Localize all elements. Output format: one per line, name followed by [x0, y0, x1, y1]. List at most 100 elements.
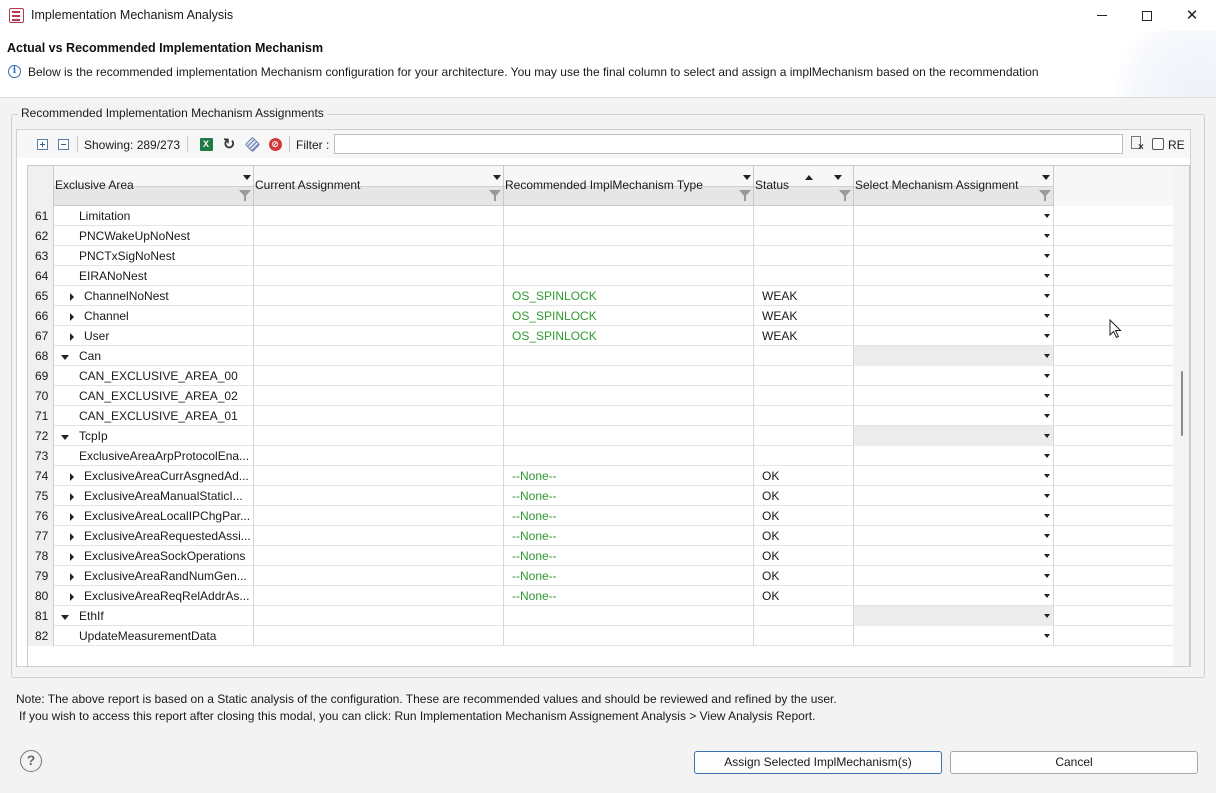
chevron-right-icon[interactable]: [70, 313, 74, 321]
chevron-down-icon[interactable]: [61, 615, 69, 620]
table-row[interactable]: 66 Channel OS_SPINLOCK WEAK: [28, 306, 1173, 326]
filter-icon[interactable]: [239, 190, 251, 202]
vertical-scrollbar[interactable]: [1173, 166, 1189, 666]
close-button[interactable]: ✕: [1169, 0, 1215, 31]
mechanism-select[interactable]: [854, 466, 1054, 486]
dropdown-arrow-icon[interactable]: [1044, 314, 1050, 318]
dropdown-arrow-icon[interactable]: [1044, 534, 1050, 538]
table-row[interactable]: 72 TcpIp: [28, 426, 1173, 446]
dropdown-arrow-icon[interactable]: [1044, 474, 1050, 478]
mechanism-select[interactable]: [854, 266, 1054, 286]
dropdown-arrow-icon[interactable]: [1044, 594, 1050, 598]
chevron-right-icon[interactable]: [70, 473, 74, 481]
table-row[interactable]: 82 UpdateMeasurementData: [28, 626, 1173, 646]
mechanism-select[interactable]: [854, 366, 1054, 386]
dropdown-arrow-icon[interactable]: [1044, 494, 1050, 498]
mechanism-select[interactable]: [854, 226, 1054, 246]
table-row[interactable]: 76 ExclusiveAreaLocalIPChgPar... --None-- O…: [28, 506, 1173, 526]
mechanism-select[interactable]: [854, 526, 1054, 546]
chevron-down-icon[interactable]: [243, 175, 251, 180]
column-header-current-assignment[interactable]: Current Assignment: [254, 166, 504, 206]
table-row[interactable]: 67 User OS_SPINLOCK WEAK: [28, 326, 1173, 346]
mechanism-select[interactable]: [854, 586, 1054, 606]
scrollbar-thumb[interactable]: [1181, 371, 1183, 436]
refresh-button[interactable]: ↻: [222, 137, 236, 152]
mechanism-select[interactable]: [854, 546, 1054, 566]
table-row[interactable]: 63 PNCTxSigNoNest: [28, 246, 1173, 266]
chevron-right-icon[interactable]: [70, 573, 74, 581]
dropdown-arrow-icon[interactable]: [1044, 294, 1050, 298]
table-row[interactable]: 62 PNCWakeUpNoNest: [28, 226, 1173, 246]
table-row[interactable]: 81 EthIf: [28, 606, 1173, 626]
table-row[interactable]: 68 Can: [28, 346, 1173, 366]
column-header-recommended-type[interactable]: Recommended ImplMechanism Type: [504, 166, 754, 206]
table-row[interactable]: 70 CAN_EXCLUSIVE_AREA_02: [28, 386, 1173, 406]
chevron-right-icon[interactable]: [70, 533, 74, 541]
help-icon[interactable]: ?: [20, 750, 42, 772]
export-excel-button[interactable]: X: [199, 137, 213, 151]
table-row[interactable]: 77 ExclusiveAreaRequestedAssi... --None-- O…: [28, 526, 1173, 546]
table-row[interactable]: 65 ChannelNoNest OS_SPINLOCK WEAK: [28, 286, 1173, 306]
dropdown-arrow-icon[interactable]: [1044, 414, 1050, 418]
mechanism-select[interactable]: [854, 306, 1054, 326]
dropdown-arrow-icon[interactable]: [1044, 254, 1050, 258]
column-header-status[interactable]: Status: [754, 166, 854, 206]
table-row[interactable]: 74 ExclusiveAreaCurrAsgnedAd... --None-- OK: [28, 466, 1173, 486]
assign-selected-button[interactable]: Assign Selected ImplMechanism(s): [694, 751, 942, 774]
mechanism-select[interactable]: [854, 386, 1054, 406]
maximize-button[interactable]: [1124, 0, 1170, 31]
collapse-all-button[interactable]: [56, 137, 70, 151]
filter-icon[interactable]: [739, 190, 751, 202]
chevron-down-icon[interactable]: [493, 175, 501, 180]
dropdown-arrow-icon[interactable]: [1044, 574, 1050, 578]
minimize-button[interactable]: [1079, 0, 1125, 31]
mechanism-select[interactable]: [854, 626, 1054, 646]
table-row[interactable]: 80 ExclusiveAreaReqRelAddrAs... --None-- OK: [28, 586, 1173, 606]
chevron-right-icon[interactable]: [70, 553, 74, 561]
mechanism-select[interactable]: [854, 326, 1054, 346]
chevron-right-icon[interactable]: [70, 493, 74, 501]
stop-button[interactable]: ⊘: [268, 137, 282, 151]
dropdown-arrow-icon[interactable]: [1044, 634, 1050, 638]
re-checkbox[interactable]: [1152, 138, 1164, 150]
chevron-right-icon[interactable]: [70, 333, 74, 341]
filter-input[interactable]: [334, 134, 1123, 154]
dropdown-arrow-icon[interactable]: [1044, 334, 1050, 338]
mechanism-select[interactable]: [854, 486, 1054, 506]
filter-icon[interactable]: [1039, 190, 1051, 202]
chevron-down-icon[interactable]: [61, 355, 69, 360]
chevron-down-icon[interactable]: [834, 175, 842, 180]
table-row[interactable]: 73 ExclusiveAreaArpProtocolEna...: [28, 446, 1173, 466]
clear-filter-button[interactable]: ×: [1131, 136, 1145, 153]
dropdown-arrow-icon[interactable]: [1044, 214, 1050, 218]
column-header-exclusive-area[interactable]: Exclusive Area: [54, 166, 254, 206]
dropdown-arrow-icon[interactable]: [1044, 374, 1050, 378]
mechanism-select[interactable]: [854, 566, 1054, 586]
dropdown-arrow-icon[interactable]: [1044, 234, 1050, 238]
chevron-down-icon[interactable]: [743, 175, 751, 180]
chevron-right-icon[interactable]: [70, 293, 74, 301]
mechanism-select[interactable]: [854, 446, 1054, 466]
chevron-right-icon[interactable]: [70, 593, 74, 601]
table-row[interactable]: 64 EIRANoNest: [28, 266, 1173, 286]
mechanism-select[interactable]: [854, 286, 1054, 306]
dropdown-arrow-icon[interactable]: [1044, 274, 1050, 278]
chevron-right-icon[interactable]: [70, 513, 74, 521]
table-row[interactable]: 78 ExclusiveAreaSockOperations --None-- OK: [28, 546, 1173, 566]
dropdown-arrow-icon[interactable]: [1044, 454, 1050, 458]
table-row[interactable]: 71 CAN_EXCLUSIVE_AREA_01: [28, 406, 1173, 426]
filter-icon[interactable]: [839, 190, 851, 202]
mechanism-select[interactable]: [854, 506, 1054, 526]
table-row[interactable]: 79 ExclusiveAreaRandNumGen... --None-- OK: [28, 566, 1173, 586]
mechanism-select[interactable]: [854, 206, 1054, 226]
table-row[interactable]: 75 ExclusiveAreaManualStaticI... --None-- O…: [28, 486, 1173, 506]
column-header-select-mechanism[interactable]: Select Mechanism Assignment: [854, 166, 1054, 206]
chevron-down-icon[interactable]: [1042, 175, 1050, 180]
table-row[interactable]: 61 Limitation: [28, 206, 1173, 226]
mechanism-select[interactable]: [854, 406, 1054, 426]
dropdown-arrow-icon[interactable]: [1044, 394, 1050, 398]
dropdown-arrow-icon[interactable]: [1044, 514, 1050, 518]
clear-button[interactable]: [244, 136, 260, 152]
chevron-down-icon[interactable]: [61, 435, 69, 440]
table-row[interactable]: 69 CAN_EXCLUSIVE_AREA_00: [28, 366, 1173, 386]
